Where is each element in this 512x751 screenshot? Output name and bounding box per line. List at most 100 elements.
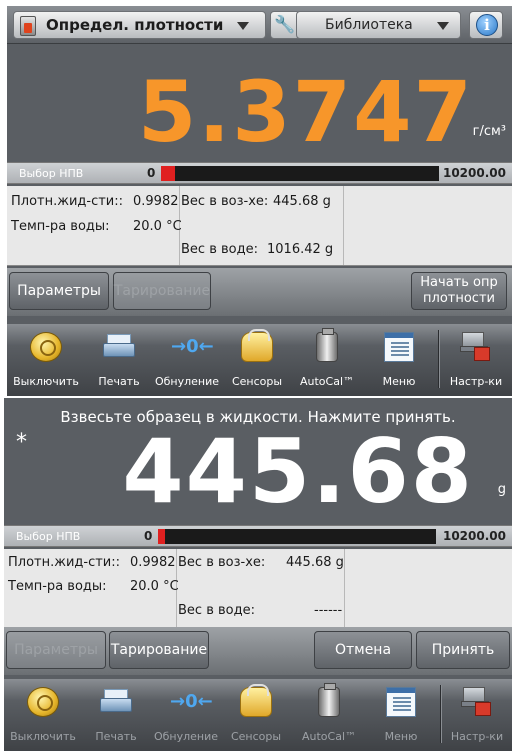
menu-icon <box>386 687 416 717</box>
nav-label: Сенсоры <box>231 375 283 388</box>
nav-label: AutoCal™ <box>301 730 357 743</box>
weight-air-value: 445.68 g <box>273 194 331 209</box>
nav-zero[interactable]: Обнуление <box>152 324 222 396</box>
water-temp-label: Темп-ра воды: <box>8 579 107 594</box>
nav-power[interactable]: Выключить <box>8 679 78 751</box>
info-icon: i <box>476 14 498 36</box>
bottom-nav: Выключить Печать Обнуление Сенсоры AutoC… <box>4 679 512 751</box>
nav-menu[interactable]: Меню <box>364 324 434 396</box>
liquid-density-value: 0.9982 <box>130 555 176 570</box>
capacity-label: Выбор НПВ <box>19 167 84 180</box>
chevron-down-icon <box>237 22 249 30</box>
application-selector[interactable]: Определ. плотности <box>13 11 266 39</box>
weight-air-label: Вес в воз-хе: <box>181 194 269 209</box>
application-label: Определ. плотности <box>46 16 224 34</box>
parameters-button[interactable]: Параметры <box>9 272 109 310</box>
printer-icon <box>100 687 132 717</box>
nav-print[interactable]: Печать <box>84 324 154 396</box>
nav-label: AutoCal™ <box>299 375 355 388</box>
capacity-bar-row: Выбор НПВ 0 10200.00 <box>4 525 512 547</box>
capacity-fill <box>161 166 175 181</box>
capacity-bar <box>158 529 436 544</box>
capacity-max: 10200.00 <box>442 529 506 543</box>
calibration-weight-icon <box>316 328 338 362</box>
capacity-min: 0 <box>144 529 153 543</box>
nav-autocal[interactable]: AutoCal™ <box>294 679 364 751</box>
nav-label: Настр-ки <box>450 730 504 743</box>
tare-button[interactable]: Тарирование <box>113 272 211 310</box>
nav-sensors[interactable]: Сенсоры <box>221 679 291 751</box>
weight-water-label: Вес в воде: <box>178 603 255 618</box>
nav-label: Выключить <box>13 375 79 388</box>
chevron-down-icon <box>437 22 449 30</box>
nav-label: Печать <box>98 375 140 388</box>
parameters-button[interactable]: Параметры <box>6 631 106 669</box>
printer-icon <box>103 332 135 362</box>
liquid-density-label: Плотн.жид-сти:: <box>11 194 124 209</box>
library-selector[interactable]: Библиотека <box>296 11 461 39</box>
water-temp-value: 20.0 °C <box>130 579 179 594</box>
cancel-button[interactable]: Отмена <box>314 631 412 669</box>
weight-water-value: ------ <box>314 603 343 618</box>
nav-menu[interactable]: Меню <box>366 679 436 751</box>
nav-power[interactable]: Выключить <box>11 324 81 396</box>
nav-label: Меню <box>384 730 418 743</box>
liquid-density-value: 0.9982 <box>133 194 179 209</box>
density-app-icon <box>20 16 36 36</box>
nav-label: Настр-ки <box>449 375 503 388</box>
capacity-min: 0 <box>147 166 156 180</box>
nav-label: Печать <box>95 730 137 743</box>
menu-icon <box>384 332 414 362</box>
nav-setup[interactable]: Настр-ки <box>441 324 511 396</box>
weight-water-value: 1016.42 g <box>267 242 334 257</box>
capacity-bar-row: Выбор НПВ 0 10200.00 <box>7 162 512 184</box>
setup-icon <box>461 687 493 717</box>
top-bar: Определ. плотности 🔧 Библиотека i <box>7 6 512 44</box>
water-temp-value: 20.0 °C <box>133 219 182 234</box>
power-icon <box>30 332 62 362</box>
water-temp-label: Темп-ра воды: <box>11 219 110 234</box>
density-readout: 5.3747 <box>137 63 474 161</box>
nav-label: Обнуление <box>153 730 219 743</box>
nav-autocal[interactable]: AutoCal™ <box>292 324 362 396</box>
hand-sensor-icon <box>240 684 272 717</box>
nav-label: Меню <box>382 375 416 388</box>
soft-key-row: Параметры Тарирование Отмена Принять <box>4 627 512 675</box>
capacity-label: Выбор НПВ <box>16 530 81 543</box>
weight-water-label: Вес в воде: <box>181 242 258 257</box>
info-panel: Плотн.жид-сти:: 0.9982 Темп-ра воды: 20.… <box>7 186 512 266</box>
readout-unit: г/см³ <box>472 124 506 139</box>
accept-button[interactable]: Принять <box>416 631 510 669</box>
info-panel: Плотн.жид-сти:: 0.9982 Темп-ра воды: 20.… <box>4 549 512 629</box>
nav-divider <box>438 330 440 388</box>
power-icon <box>27 687 59 717</box>
nav-zero[interactable]: Обнуление <box>151 679 221 751</box>
capacity-bar <box>161 166 439 181</box>
weigh-in-liquid-screen: Взвесьте образец в жидкости. Нажмите при… <box>4 398 512 751</box>
column-divider <box>344 549 345 628</box>
column-divider <box>343 186 344 265</box>
bottom-nav: Выключить Печать Обнуление Сенсоры AutoC… <box>7 324 512 396</box>
soft-key-row: Параметры Тарирование Начать опр плотнос… <box>7 268 512 316</box>
start-density-button[interactable]: Начать опр плотности <box>411 272 507 310</box>
info-button[interactable]: i <box>469 11 503 39</box>
calibration-weight-icon <box>318 683 340 717</box>
hand-sensor-icon <box>241 329 273 362</box>
zero-icon <box>171 332 203 362</box>
nav-sensors[interactable]: Сенсоры <box>222 324 292 396</box>
liquid-density-label: Плотн.жид-сти:: <box>8 555 121 570</box>
capacity-max: 10200.00 <box>442 166 506 180</box>
stability-indicator: * <box>16 430 27 455</box>
nav-label: Выключить <box>10 730 76 743</box>
nav-setup[interactable]: Настр-ки <box>442 679 512 751</box>
capacity-fill <box>158 529 165 544</box>
zero-icon <box>170 687 202 717</box>
nav-print[interactable]: Печать <box>81 679 151 751</box>
tare-button[interactable]: Тарирование <box>109 631 209 669</box>
library-label: Библиотека <box>325 17 413 33</box>
nav-label: Обнуление <box>154 375 220 388</box>
weight-air-label: Вес в воз-хе: <box>178 555 266 570</box>
weight-air-value: 445.68 g <box>286 555 344 570</box>
weight-readout: 445.68 <box>122 420 474 523</box>
nav-label: Сенсоры <box>230 730 282 743</box>
